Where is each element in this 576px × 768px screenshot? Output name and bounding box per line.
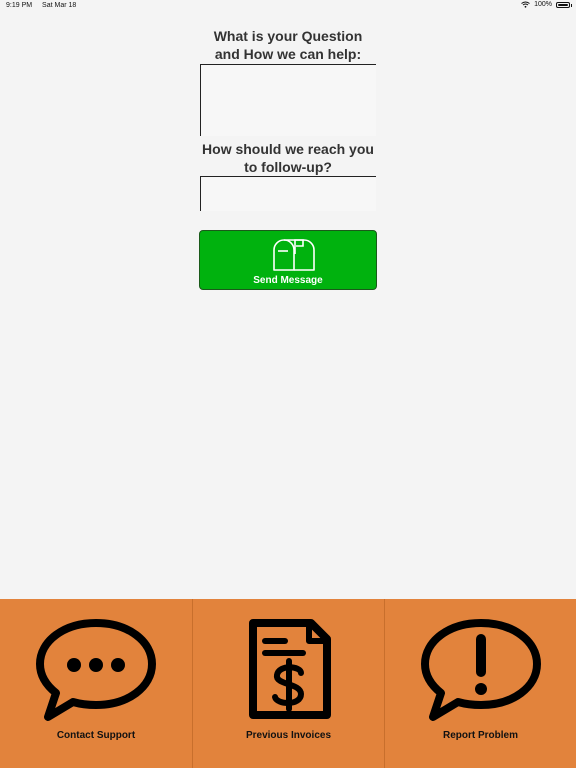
tab-contact-support-label: Contact Support <box>56 730 136 741</box>
status-date: Sat Mar 18 <box>42 2 77 9</box>
tab-contact-support[interactable]: Contact Support <box>0 599 192 768</box>
status-right: 100% <box>521 1 572 8</box>
status-time: 9:19 PM <box>6 2 33 9</box>
mailbox-icon <box>273 239 315 271</box>
invoice-icon <box>249 619 331 719</box>
status-left: 9:19 PM Sat Mar 18 <box>6 2 84 9</box>
alert-bubble-icon <box>421 619 541 721</box>
contact-field[interactable] <box>200 176 376 211</box>
tab-previous-invoices[interactable]: Previous Invoices <box>192 599 384 768</box>
question-field[interactable] <box>200 64 376 136</box>
wifi-icon <box>521 1 530 8</box>
chat-bubble-icon <box>36 619 156 721</box>
status-bar: 9:19 PM Sat Mar 18 100% <box>0 0 576 12</box>
tab-report-problem[interactable]: Report Problem <box>384 599 576 768</box>
tab-bar: Contact Support Previous Invoices Report… <box>0 599 576 768</box>
send-message-button[interactable]: Send Message <box>199 230 377 290</box>
question-label: What is your Question and How we can hel… <box>213 28 363 62</box>
battery-percent: 100% <box>534 1 552 8</box>
tab-report-problem-label: Report Problem <box>442 730 518 741</box>
battery-icon <box>556 1 572 8</box>
tab-previous-invoices-label: Previous Invoices <box>245 730 332 741</box>
contact-label: How should we reach you to follow-up? <box>202 141 374 175</box>
send-message-label: Send Message <box>253 275 323 286</box>
